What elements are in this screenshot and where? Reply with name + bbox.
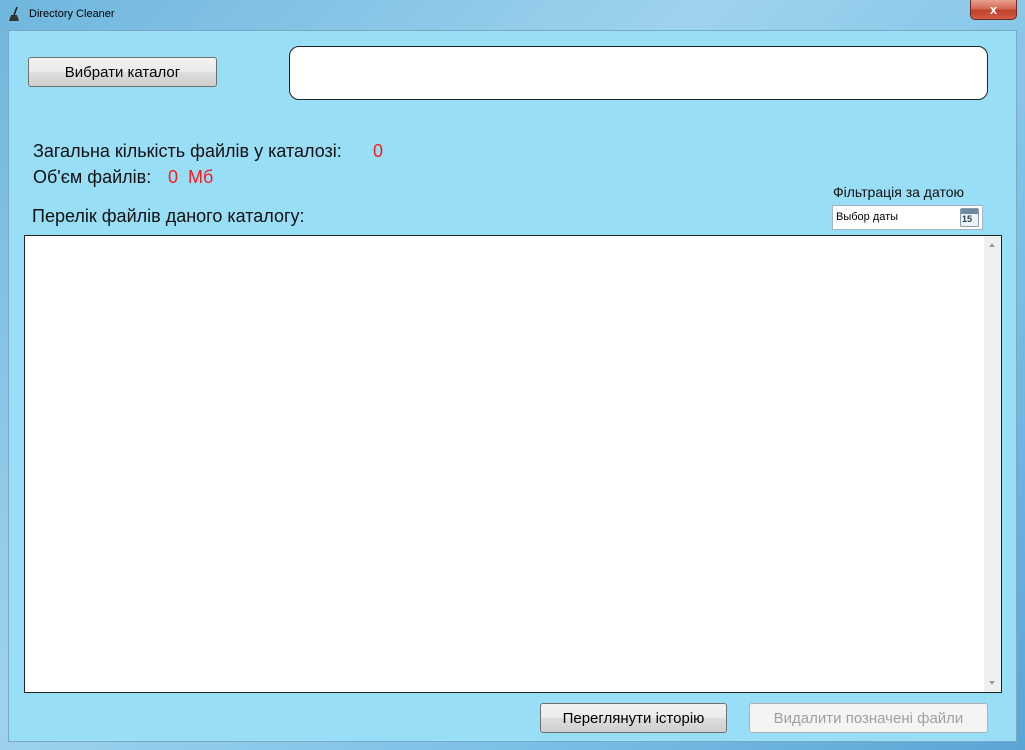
- files-size-label: Об'єм файлів:: [33, 167, 152, 187]
- close-icon: x: [989, 2, 998, 17]
- date-filter-label: Фільтрація за датою: [833, 184, 964, 200]
- vertical-scrollbar[interactable]: [984, 236, 1001, 692]
- view-history-button[interactable]: Переглянути історію: [540, 703, 727, 733]
- calendar-icon[interactable]: 15: [960, 208, 979, 227]
- calendar-day: 15: [962, 214, 973, 224]
- file-list-title: Перелік файлів даного каталогу:: [32, 206, 305, 226]
- client-area: Вибрати каталог Загальна кількість файлі…: [8, 30, 1017, 742]
- app-window: Directory Cleaner x Вибрати каталог Зага…: [0, 0, 1025, 750]
- date-filter-picker[interactable]: Выбор даты 15: [832, 205, 983, 230]
- scroll-down-icon[interactable]: [989, 681, 995, 685]
- broom-icon: [9, 6, 19, 21]
- directory-path-field[interactable]: [289, 46, 988, 100]
- date-input[interactable]: Выбор даты: [836, 211, 898, 223]
- title-bar: Directory Cleaner x: [0, 0, 1025, 30]
- total-files-value: 0: [373, 141, 384, 161]
- files-size-unit: Мб: [188, 167, 214, 187]
- choose-directory-button[interactable]: Вибрати каталог: [28, 57, 217, 87]
- window-title: Directory Cleaner: [29, 8, 115, 20]
- files-size-value: 0: [168, 167, 179, 187]
- scroll-up-icon[interactable]: [989, 243, 995, 247]
- total-files-label: Загальна кількість файлів у каталозі:: [33, 141, 342, 161]
- delete-selected-button[interactable]: Видалити позначені файли: [749, 703, 988, 733]
- close-button[interactable]: x: [970, 0, 1017, 20]
- file-list[interactable]: [24, 235, 1002, 693]
